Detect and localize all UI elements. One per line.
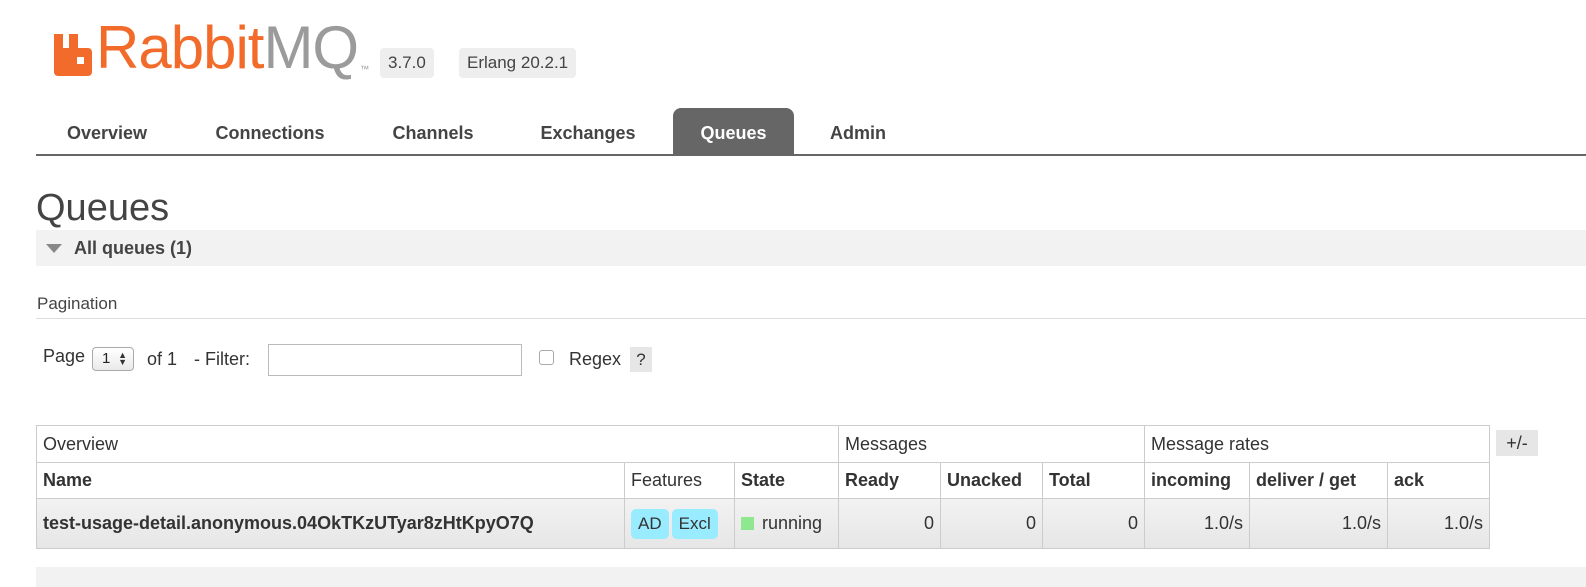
queue-incoming-rate: 1.0/s [1144, 498, 1250, 549]
regex-label: Regex [569, 349, 622, 369]
column-toggle-button[interactable]: +/- [1496, 430, 1538, 456]
regex-help-button[interactable]: ? [630, 347, 652, 372]
feature-tag-ad[interactable]: AD [631, 508, 669, 539]
logo-word-rabbit: Rabbit [96, 14, 264, 81]
queue-state: running [734, 498, 839, 549]
tab-queues[interactable]: Queues [673, 108, 794, 154]
group-messages: Messages [838, 425, 1145, 463]
pagination-divider [36, 318, 1586, 319]
logo-trademark: ™ [360, 64, 370, 74]
table-group-header: Overview Messages Message rates [36, 425, 1490, 463]
col-total[interactable]: Total [1042, 462, 1145, 499]
col-features: Features [624, 462, 735, 499]
tab-connections[interactable]: Connections [188, 108, 352, 154]
group-overview: Overview [36, 425, 839, 463]
select-spinner-icon: ▲ ▼ [118, 350, 127, 367]
pagination-heading: Pagination [37, 294, 118, 313]
queue-ack-rate: 1.0/s [1387, 498, 1490, 549]
rabbitmq-version-badge: 3.7.0 [380, 48, 434, 78]
regex-checkbox[interactable] [539, 350, 554, 365]
queues-table: Overview Messages Message rates Name Fea… [36, 425, 1490, 549]
tab-channels[interactable]: Channels [366, 108, 500, 154]
page-select[interactable]: 1 ▲ ▼ [92, 347, 134, 371]
col-deliver-get[interactable]: deliver / get [1249, 462, 1388, 499]
table-row: test-usage-detail.anonymous.04OkTKzUTyar… [36, 498, 1490, 549]
queue-features: AD Excl [624, 498, 735, 549]
filter-label: - Filter: [194, 349, 250, 369]
col-name[interactable]: Name [36, 462, 625, 499]
rabbitmq-logo-icon [54, 34, 92, 76]
page-select-value: 1 [102, 350, 111, 367]
page-of-label: of 1 [147, 349, 178, 369]
queue-state-text: running [762, 513, 823, 533]
feature-tag-excl[interactable]: Excl [671, 508, 718, 539]
state-running-indicator [741, 517, 754, 530]
erlang-version-badge: Erlang 20.2.1 [459, 48, 577, 78]
tab-admin[interactable]: Admin [806, 108, 910, 154]
col-incoming[interactable]: incoming [1144, 462, 1250, 499]
main-nav: Overview Connections Channels Exchanges … [36, 108, 1586, 156]
queue-deliver-get-rate: 1.0/s [1249, 498, 1388, 549]
queue-name-link[interactable]: test-usage-detail.anonymous.04OkTKzUTyar… [36, 498, 625, 549]
tab-overview[interactable]: Overview [36, 108, 178, 154]
col-ack[interactable]: ack [1387, 462, 1490, 499]
rabbitmq-logo[interactable]: RabbitMQ ™ [54, 18, 370, 78]
add-queue-section-toggle[interactable] [36, 567, 1586, 587]
queue-unacked: 0 [940, 498, 1043, 549]
col-state[interactable]: State [734, 462, 839, 499]
tab-exchanges[interactable]: Exchanges [514, 108, 662, 154]
queue-ready: 0 [838, 498, 941, 549]
logo-wordmark: RabbitMQ [96, 18, 359, 78]
filter-input[interactable] [268, 344, 522, 376]
all-queues-section-title: All queues (1) [74, 238, 193, 258]
collapse-arrow-icon [46, 244, 62, 253]
col-ready[interactable]: Ready [838, 462, 941, 499]
queue-total: 0 [1042, 498, 1145, 549]
page-label: Page [43, 346, 86, 366]
table-column-header: Name Features State Ready Unacked Total … [36, 462, 1490, 499]
page-title: Queues [36, 187, 170, 229]
col-unacked[interactable]: Unacked [940, 462, 1043, 499]
group-message-rates: Message rates [1144, 425, 1490, 463]
all-queues-section-toggle[interactable]: All queues (1) [36, 230, 1586, 266]
logo-word-mq: MQ [263, 14, 359, 81]
